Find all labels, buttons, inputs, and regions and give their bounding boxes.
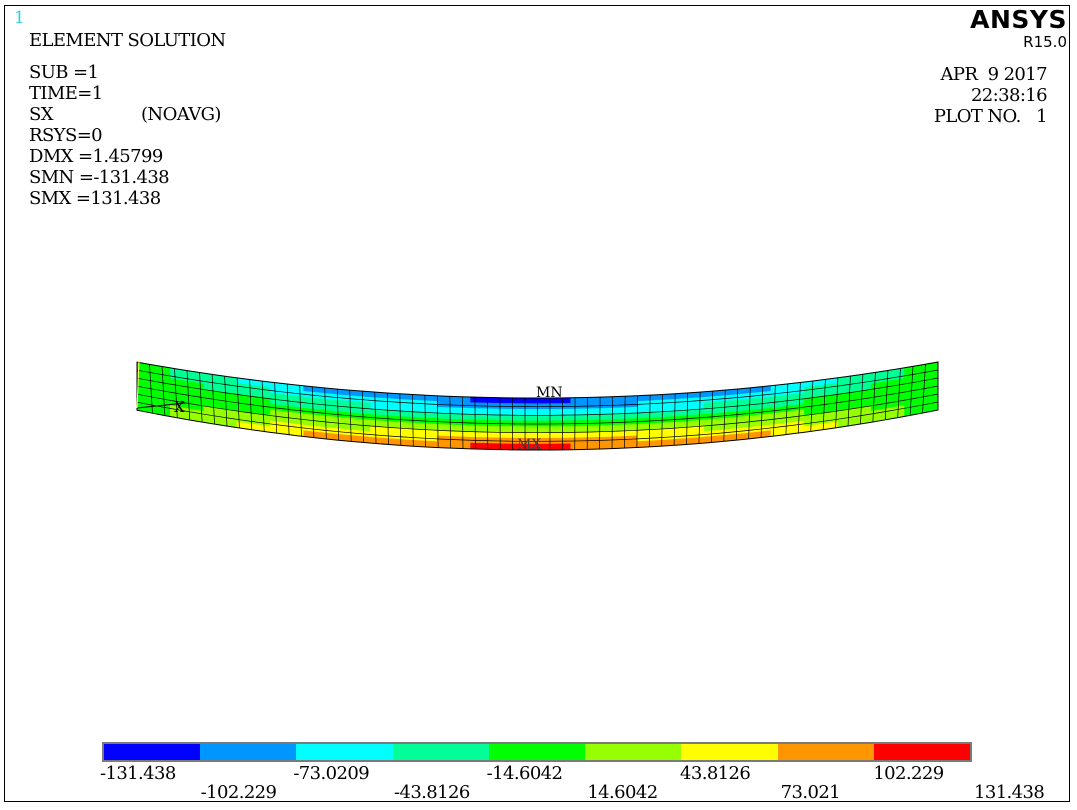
legend-color-cell	[873, 744, 970, 760]
stress-band-cell	[503, 397, 539, 405]
legend-value-lower: -102.229	[200, 782, 277, 803]
beam-contour-plot: X MN MX	[136, 359, 939, 453]
stress-band-cell	[537, 408, 572, 416]
stress-band-cell	[503, 414, 539, 422]
legend-value-upper: 102.229	[873, 763, 944, 784]
legend-color-cell	[296, 744, 393, 760]
legend-color-cell	[104, 744, 201, 760]
contour-legend-bar	[102, 742, 972, 762]
stress-band-cell	[537, 426, 572, 434]
x-axis-label: X	[174, 398, 185, 416]
stress-band-cell	[537, 443, 572, 450]
legend-color-cell	[777, 744, 874, 760]
stress-band-cell	[503, 426, 539, 434]
stress-band-cell	[537, 414, 572, 422]
legend-color-cell	[681, 744, 778, 760]
legend-value-upper: -131.438	[100, 763, 176, 784]
stress-band-cell	[537, 431, 572, 439]
legend-color-cell	[392, 744, 489, 760]
legend-value-lower: 131.438	[974, 782, 1045, 803]
legend-color-cell	[488, 744, 586, 760]
max-marker: MX	[517, 437, 541, 453]
legend-value-upper: -73.0209	[293, 763, 370, 784]
legend-color-cell	[200, 744, 297, 760]
min-marker: MN	[536, 385, 563, 401]
legend-value-lower: 73.021	[780, 782, 841, 803]
stress-band-cell	[503, 408, 539, 416]
legend-color-cell	[585, 744, 682, 760]
legend-value-upper: 43.8126	[680, 763, 751, 784]
legend-value-lower: 14.6042	[587, 782, 658, 803]
legend-value-lower: -43.8126	[394, 782, 470, 803]
legend-value-upper: -14.6042	[486, 763, 563, 784]
